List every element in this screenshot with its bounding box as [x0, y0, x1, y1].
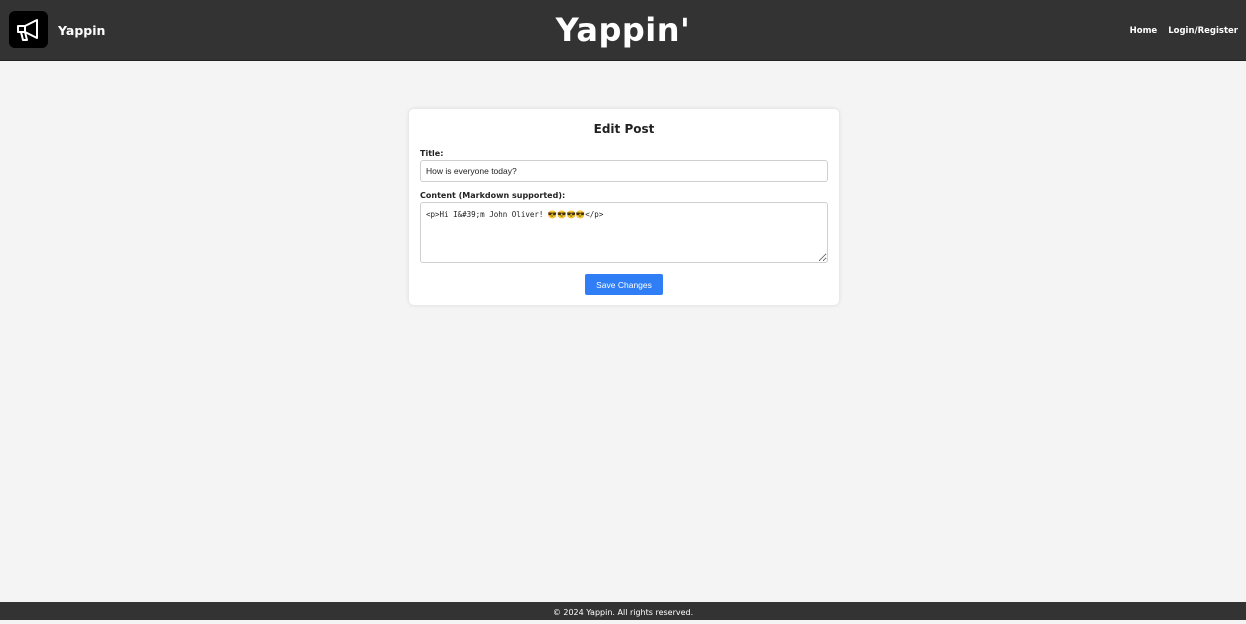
nav-login-register-link[interactable]: Login/Register [1168, 24, 1238, 38]
copyright-text: © 2024 Yappin. All rights reserved. [552, 608, 694, 617]
edit-post-card: Edit Post Title: Content (Markdown suppo… [409, 109, 839, 305]
brand-name[interactable]: Yappin [58, 22, 105, 40]
nav-home-link[interactable]: Home [1130, 24, 1158, 38]
title-input[interactable] [420, 160, 828, 182]
page-title: Edit Post [593, 122, 655, 136]
site-footer: © 2024 Yappin. All rights reserved. [0, 602, 1246, 620]
site-header: Yappin Yappin' Home Login/Register [0, 0, 1246, 61]
megaphone-icon [16, 18, 38, 41]
logo[interactable] [9, 11, 48, 48]
content-label: Content (Markdown supported): [420, 191, 566, 200]
save-changes-button[interactable]: Save Changes [585, 274, 663, 295]
title-label: Title: [420, 149, 444, 158]
content-textarea[interactable]: <p>Hi I&#39;m John Oliver! 😎😎😎😎</p> [420, 202, 828, 263]
main-nav: Home Login/Register [1130, 24, 1238, 38]
site-title: Yappin' [555, 11, 691, 49]
